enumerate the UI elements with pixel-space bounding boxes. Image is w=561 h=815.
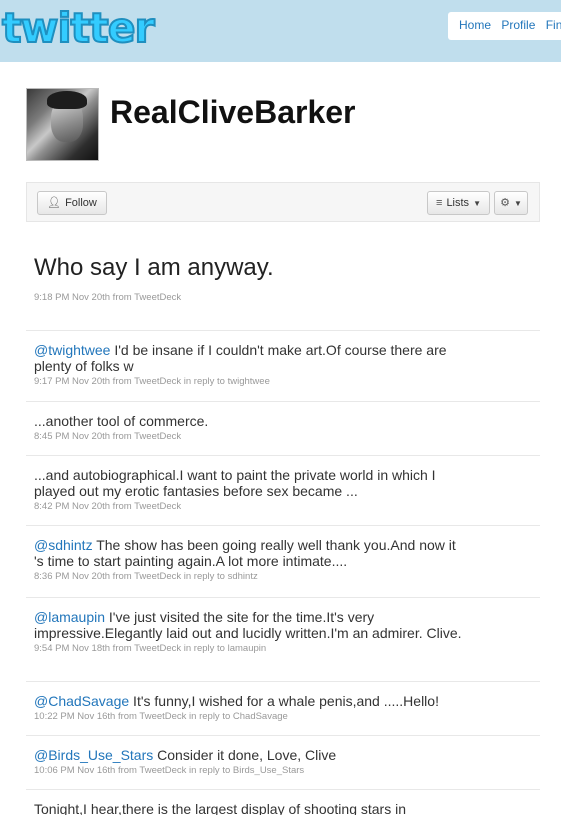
add-person-icon: 👤︎ xyxy=(47,196,62,209)
tweet-text: Tonight,I hear,there is the largest disp… xyxy=(34,801,464,815)
nav-home-link[interactable]: Home xyxy=(459,18,491,32)
follow-label: Follow xyxy=(65,197,97,209)
tweet-text: @lamaupin I've just visited the site for… xyxy=(34,609,464,641)
tweet-meta: 8:42 PM Nov 20th from TweetDeck xyxy=(34,501,182,512)
latest-tweet-meta: 9:18 PM Nov 20th from TweetDeck xyxy=(34,292,182,303)
tweet-item: @Birds_Use_Stars Consider it done, Love,… xyxy=(26,735,540,789)
follow-button[interactable]: 👤︎ Follow xyxy=(37,191,107,215)
settings-button[interactable]: ⚙ ▼ xyxy=(494,191,528,215)
mention-link[interactable]: @ChadSavage xyxy=(34,693,129,709)
tweet-body: ...and autobiographical.I want to paint … xyxy=(34,467,436,499)
tweet-item: @twightwee I'd be insane if I couldn't m… xyxy=(26,330,540,401)
top-nav: Home Profile Find People xyxy=(448,12,561,40)
tweet-text: ...and autobiographical.I want to paint … xyxy=(34,467,464,499)
tweet-item: ...and autobiographical.I want to paint … xyxy=(26,455,540,525)
twitter-logo[interactable]: twitter xyxy=(1,3,156,53)
lists-button[interactable]: ≡ Lists ▼ xyxy=(427,191,490,215)
tweet-text: @sdhintz The show has been going really … xyxy=(34,537,464,569)
gear-icon: ⚙ xyxy=(500,196,510,209)
tweet-meta: 10:22 PM Nov 16th from TweetDeck in repl… xyxy=(34,711,288,722)
mention-link[interactable]: @lamaupin xyxy=(34,609,105,625)
tweet-meta: 10:06 PM Nov 16th from TweetDeck in repl… xyxy=(34,765,305,776)
chevron-down-icon: ▼ xyxy=(473,198,481,208)
tweet-text: ...another tool of commerce. xyxy=(34,413,464,429)
tweet-list: @twightwee I'd be insane if I couldn't m… xyxy=(26,330,540,815)
profile-card: RealCliveBarker 👤︎ Follow ≡ Lists ▼ ⚙ ▼ … xyxy=(0,62,561,815)
tweet-item: @lamaupin I've just visited the site for… xyxy=(26,597,540,681)
avatar[interactable] xyxy=(26,88,99,161)
tweet-meta: 9:17 PM Nov 20th from TweetDeck in reply… xyxy=(34,376,270,387)
nav-profile-link[interactable]: Profile xyxy=(501,18,535,32)
mention-link[interactable]: @Birds_Use_Stars xyxy=(34,747,153,763)
tweet-text: @ChadSavage It's funny,I wished for a wh… xyxy=(34,693,464,709)
tweet-text: @twightwee I'd be insane if I couldn't m… xyxy=(34,342,464,374)
tweet-body: Tonight,I hear,there is the largest disp… xyxy=(34,801,406,815)
top-bar: twitter Home Profile Find People xyxy=(0,0,561,62)
latest-tweet: Who say I am anyway. 9:18 PM Nov 20th fr… xyxy=(34,254,534,303)
tweet-body: ...another tool of commerce. xyxy=(34,413,209,429)
tweet-item: @sdhintz The show has been going really … xyxy=(26,525,540,597)
tweet-item: ...another tool of commerce. 8:45 PM Nov … xyxy=(26,401,540,455)
chevron-down-icon: ▼ xyxy=(513,198,522,208)
tweet-body: It's funny,I wished for a whale penis,an… xyxy=(129,693,439,709)
tweet-item: @ChadSavage It's funny,I wished for a wh… xyxy=(26,681,540,735)
tweet-meta: 9:54 PM Nov 18th from TweetDeck in reply… xyxy=(34,643,267,654)
tweet-item: Tonight,I hear,there is the largest disp… xyxy=(26,789,540,815)
list-icon: ≡ xyxy=(436,196,443,209)
mention-link[interactable]: @twightwee xyxy=(34,342,110,358)
avatar-hair xyxy=(47,91,87,109)
tweet-body: Consider it done, Love, Clive xyxy=(153,747,337,763)
tweet-meta: 8:45 PM Nov 20th from TweetDeck xyxy=(34,431,182,442)
lists-label: Lists xyxy=(446,197,470,209)
nav-find-people-link[interactable]: Find People xyxy=(546,18,561,32)
profile-action-bar: 👤︎ Follow ≡ Lists ▼ ⚙ ▼ xyxy=(26,182,540,222)
tweet-body: The show has been going really well than… xyxy=(34,537,456,569)
latest-tweet-text: Who say I am anyway. xyxy=(34,254,274,281)
tweet-meta: 8:36 PM Nov 20th from TweetDeck in reply… xyxy=(34,571,258,582)
screen-name: RealCliveBarker xyxy=(110,94,356,130)
mention-link[interactable]: @sdhintz xyxy=(34,537,93,553)
tweet-text: @Birds_Use_Stars Consider it done, Love,… xyxy=(34,747,464,763)
